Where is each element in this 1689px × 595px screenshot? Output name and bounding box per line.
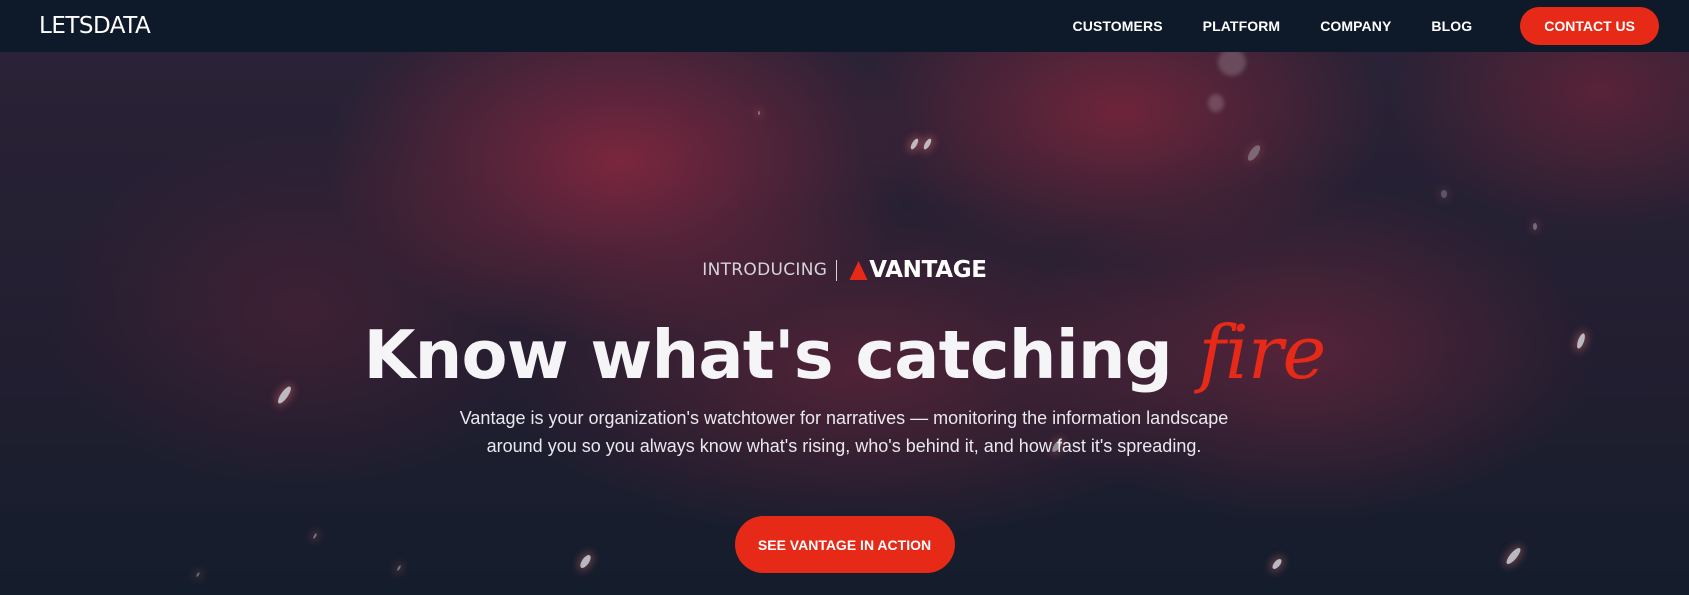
ember-particle — [909, 137, 920, 151]
see-vantage-in-action-button[interactable]: SEE VANTAGE IN ACTION — [734, 516, 955, 573]
hero-headline: Know what's catching fire — [0, 309, 1689, 398]
top-navbar: LETSDATA CUSTOMERS PLATFORM COMPANY BLOG… — [0, 0, 1689, 52]
vantage-triangle-icon — [849, 260, 868, 280]
ember-particle — [1208, 94, 1224, 112]
contact-us-button[interactable]: CONTACT US — [1520, 7, 1659, 45]
nav-link-company[interactable]: COMPANY — [1320, 18, 1391, 34]
intro-line: INTRODUCING VANTAGE — [0, 257, 1689, 283]
letsdata-logo[interactable]: LETSDATA — [39, 13, 151, 39]
intro-label: INTRODUCING — [702, 260, 828, 280]
ember-particle — [758, 111, 760, 115]
ember-particle — [922, 137, 933, 151]
main-nav: CUSTOMERS PLATFORM COMPANY BLOG CONTACT … — [1073, 7, 1659, 45]
ember-particle — [1533, 223, 1537, 230]
intro-divider — [836, 259, 838, 281]
hero-description: Vantage is your organization's watchtowe… — [459, 408, 1229, 456]
hero-section: INTRODUCING VANTAGE Know what's catching… — [0, 52, 1689, 595]
nav-link-customers[interactable]: CUSTOMERS — [1073, 18, 1163, 34]
ember-particle — [1441, 190, 1447, 198]
cta-container: SEE VANTAGE IN ACTION — [0, 516, 1689, 573]
nav-link-blog[interactable]: BLOG — [1431, 18, 1472, 34]
ember-particle — [1245, 143, 1263, 163]
headline-accent-text: fire — [1198, 310, 1326, 396]
vantage-brand-name: VANTAGE — [869, 257, 987, 283]
headline-main-text: Know what's catching — [363, 316, 1173, 394]
ember-particle — [1218, 52, 1246, 76]
nav-link-platform[interactable]: PLATFORM — [1203, 18, 1281, 34]
